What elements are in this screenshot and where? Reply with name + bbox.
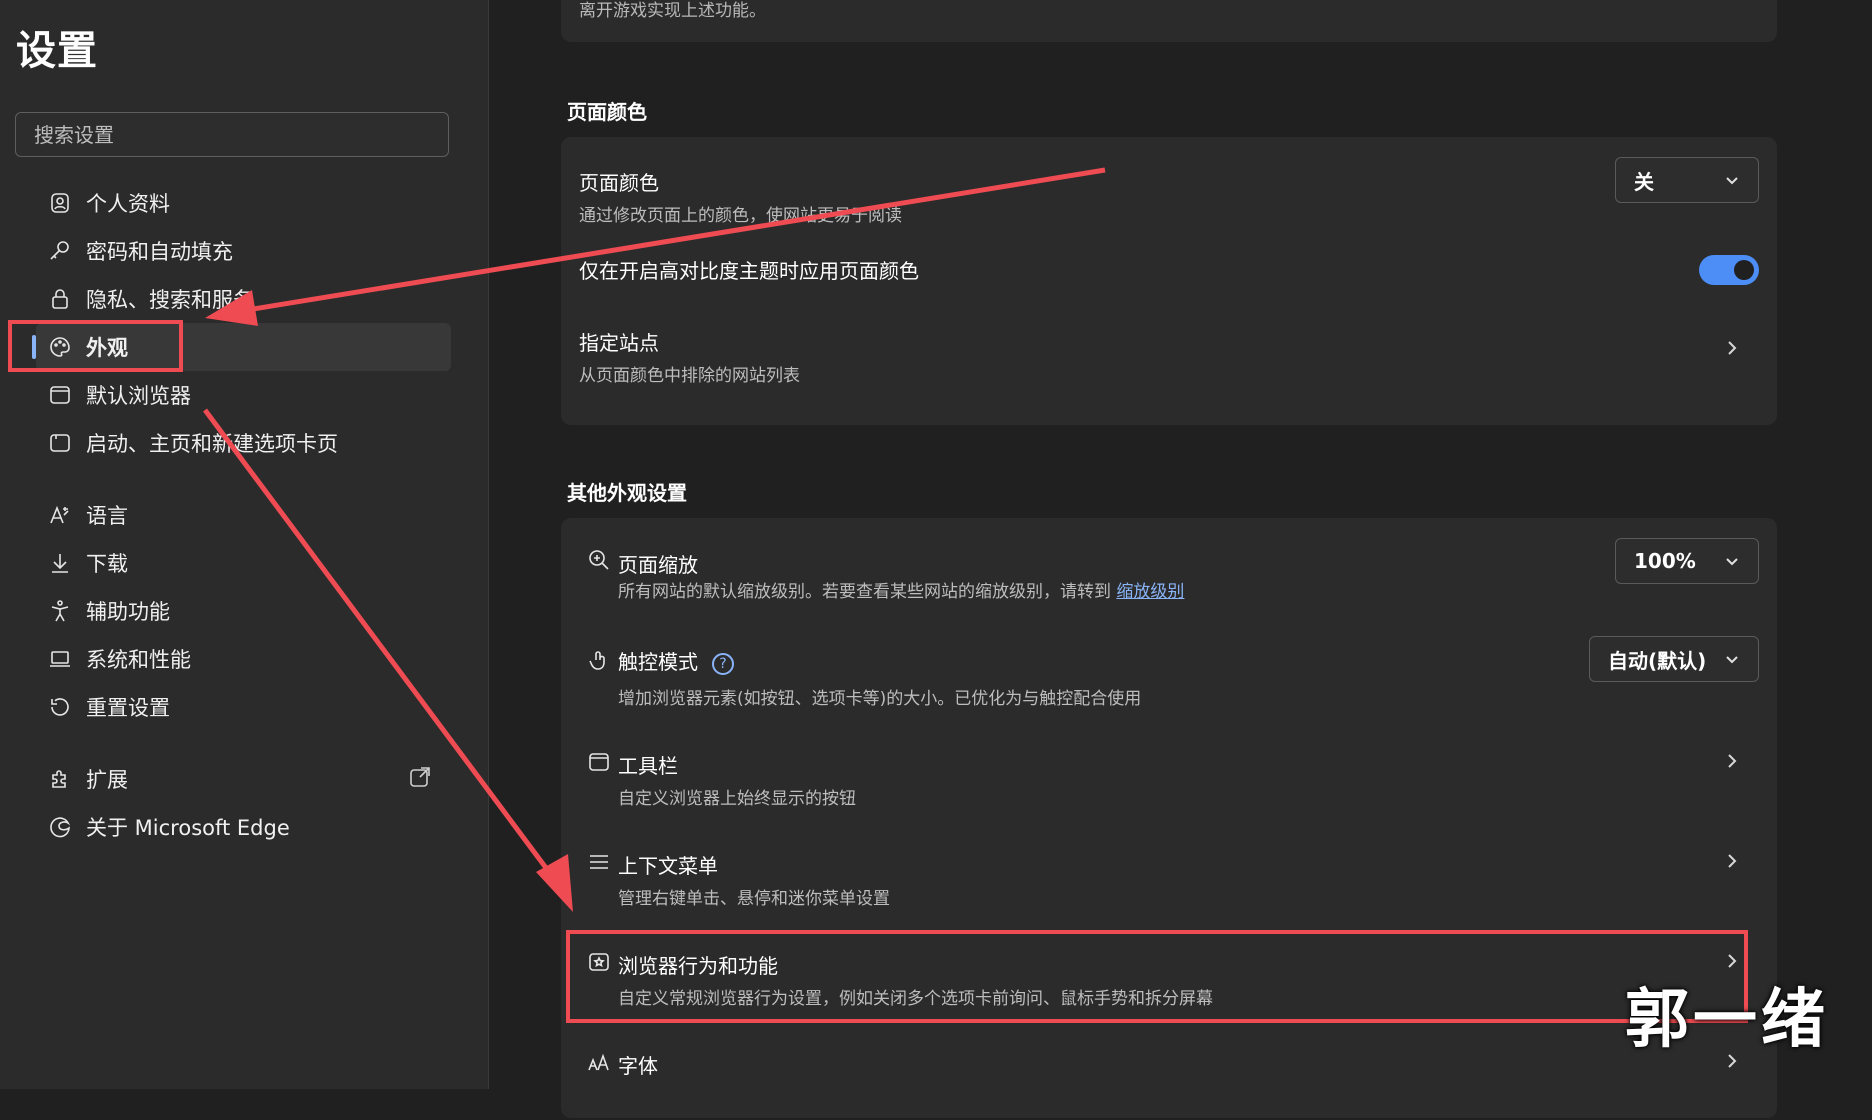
extension-icon bbox=[46, 765, 74, 793]
row-subtitle: 从页面颜色中排除的网站列表 bbox=[579, 366, 800, 386]
zoom-icon bbox=[587, 548, 611, 572]
download-icon bbox=[46, 549, 74, 577]
watermark-text: 郭一绪 bbox=[1625, 983, 1829, 1057]
row-touch-mode: 触控模式? 增加浏览器元素(如按钮、选项卡等)的大小。已优化为与触控配合使用 自… bbox=[561, 618, 1777, 720]
edge-icon bbox=[46, 813, 74, 841]
external-link-icon[interactable] bbox=[408, 765, 434, 791]
main-content: 离开游戏实现上述功能。 页面颜色 页面颜色 通过修改页面上的颜色，使网站更易于阅… bbox=[489, 0, 1872, 1118]
row-toolbar[interactable]: 工具栏 自定义浏览器上始终显示的按钮 bbox=[561, 720, 1777, 820]
sidebar-item-label: 默认浏览器 bbox=[86, 384, 191, 408]
row-high-contrast: 仅在开启高对比度主题时应用页面颜色 bbox=[561, 237, 1777, 303]
sidebar-item-default-browser[interactable]: 默认浏览器 bbox=[36, 371, 451, 419]
touch-mode-dropdown[interactable]: 自动(默认) bbox=[1589, 636, 1759, 682]
row-page-zoom: 页面缩放 所有网站的默认缩放级别。若要查看某些网站的缩放级别，请转到 缩放级别 … bbox=[561, 518, 1777, 618]
key-icon bbox=[46, 237, 74, 265]
row-fonts[interactable]: 字体 bbox=[561, 1020, 1777, 1120]
page-color-card: 页面颜色 通过修改页面上的颜色，使网站更易于阅读 关 仅在开启高对比度主题时应用… bbox=[561, 137, 1777, 425]
sidebar-item-about[interactable]: 关于 Microsoft Edge bbox=[36, 803, 451, 851]
page-color-dropdown[interactable]: 关 bbox=[1615, 157, 1759, 203]
sidebar-item-label: 隐私、搜索和服务 bbox=[86, 288, 254, 312]
top-card-text: 离开游戏实现上述功能。 bbox=[579, 1, 766, 21]
sidebar-item-language[interactable]: 语言 bbox=[36, 491, 451, 539]
row-title: 页面颜色 bbox=[579, 171, 659, 195]
zoom-level-link[interactable]: 缩放级别 bbox=[1116, 582, 1184, 602]
chevron-down-icon bbox=[1726, 656, 1738, 664]
sidebar-item-accessibility[interactable]: 辅助功能 bbox=[36, 587, 451, 635]
sidebar-item-profile[interactable]: 个人资料 bbox=[36, 179, 451, 227]
row-title: 触控模式? bbox=[618, 646, 734, 675]
font-icon bbox=[587, 1050, 611, 1074]
dropdown-value: 自动(默认) bbox=[1608, 648, 1707, 673]
sidebar-item-system[interactable]: 系统和性能 bbox=[36, 635, 451, 683]
row-title: 指定站点 bbox=[579, 331, 659, 355]
chevron-down-icon bbox=[1726, 177, 1738, 185]
chevron-right-icon bbox=[1723, 339, 1741, 357]
row-page-color: 页面颜色 通过修改页面上的颜色，使网站更易于阅读 关 bbox=[561, 137, 1777, 237]
toolbar-icon bbox=[587, 750, 611, 774]
profile-icon bbox=[46, 189, 74, 217]
accessibility-icon bbox=[46, 597, 74, 625]
menu-icon bbox=[587, 850, 611, 874]
sidebar-item-label: 辅助功能 bbox=[86, 600, 170, 624]
sidebar-item-label: 启动、主页和新建选项卡页 bbox=[86, 432, 338, 456]
row-subtitle: 增加浏览器元素(如按钮、选项卡等)的大小。已优化为与触控配合使用 bbox=[618, 689, 1142, 709]
sidebar-item-startup[interactable]: 启动、主页和新建选项卡页 bbox=[36, 419, 451, 467]
row-title: 上下文菜单 bbox=[618, 854, 718, 878]
browser-features-highlight-box bbox=[566, 930, 1748, 1023]
sidebar-item-label: 下载 bbox=[86, 552, 128, 576]
row-title: 页面缩放 bbox=[618, 553, 698, 577]
zoom-dropdown[interactable]: 100% bbox=[1615, 538, 1759, 584]
dropdown-value: 100% bbox=[1634, 549, 1696, 573]
chevron-down-icon bbox=[1726, 558, 1738, 566]
row-subtitle: 通过修改页面上的颜色，使网站更易于阅读 bbox=[579, 206, 902, 226]
other-appearance-card: 页面缩放 所有网站的默认缩放级别。若要查看某些网站的缩放级别，请转到 缩放级别 … bbox=[561, 518, 1777, 1118]
row-title: 字体 bbox=[618, 1054, 658, 1078]
row-title: 仅在开启高对比度主题时应用页面颜色 bbox=[579, 259, 919, 283]
row-title: 工具栏 bbox=[618, 754, 678, 778]
laptop-icon bbox=[46, 645, 74, 673]
appearance-highlight-box bbox=[8, 320, 183, 372]
section-title-other-appearance: 其他外观设置 bbox=[567, 481, 687, 505]
sidebar-item-label: 关于 Microsoft Edge bbox=[86, 816, 290, 840]
sidebar-item-label: 系统和性能 bbox=[86, 648, 191, 672]
sidebar-item-extensions[interactable]: 扩展 bbox=[36, 755, 451, 803]
sidebar-item-label: 密码和自动填充 bbox=[86, 240, 233, 264]
sidebar-item-label: 语言 bbox=[86, 504, 128, 528]
settings-title: 设置 bbox=[16, 28, 98, 74]
sidebar-item-passwords[interactable]: 密码和自动填充 bbox=[36, 227, 451, 275]
reset-icon bbox=[46, 693, 74, 721]
sidebar: 设置 个人资料 密码和自动填充 隐私、搜索和服务 外观 默认浏览器 启动、主页和… bbox=[0, 0, 489, 1089]
chevron-right-icon bbox=[1723, 852, 1741, 870]
sidebar-item-label: 扩展 bbox=[86, 768, 128, 792]
row-subtitle: 所有网站的默认缩放级别。若要查看某些网站的缩放级别，请转到 缩放级别 bbox=[618, 582, 1185, 602]
language-icon bbox=[46, 501, 74, 529]
row-subtitle: 自定义浏览器上始终显示的按钮 bbox=[618, 789, 856, 809]
touch-icon bbox=[587, 648, 611, 672]
section-title-page-color: 页面颜色 bbox=[567, 100, 647, 124]
row-context-menu[interactable]: 上下文菜单 管理右键单击、悬停和迷你菜单设置 bbox=[561, 820, 1777, 920]
home-icon bbox=[46, 429, 74, 457]
sidebar-item-label: 个人资料 bbox=[86, 192, 170, 216]
sidebar-item-reset[interactable]: 重置设置 bbox=[36, 683, 451, 731]
help-icon[interactable]: ? bbox=[712, 652, 734, 675]
chevron-right-icon bbox=[1723, 752, 1741, 770]
top-card: 离开游戏实现上述功能。 bbox=[561, 0, 1777, 42]
sidebar-item-privacy[interactable]: 隐私、搜索和服务 bbox=[36, 275, 451, 323]
dropdown-value: 关 bbox=[1634, 169, 1654, 194]
row-subtitle: 管理右键单击、悬停和迷你菜单设置 bbox=[618, 889, 890, 909]
row-specified-sites[interactable]: 指定站点 从页面颜色中排除的网站列表 bbox=[561, 303, 1777, 413]
sidebar-item-downloads[interactable]: 下载 bbox=[36, 539, 451, 587]
high-contrast-toggle[interactable] bbox=[1699, 255, 1759, 285]
search-input[interactable] bbox=[16, 113, 448, 156]
lock-icon bbox=[46, 285, 74, 313]
browser-icon bbox=[46, 381, 74, 409]
search-box[interactable] bbox=[15, 112, 449, 157]
sidebar-item-label: 重置设置 bbox=[86, 696, 170, 720]
toggle-knob bbox=[1734, 260, 1754, 280]
